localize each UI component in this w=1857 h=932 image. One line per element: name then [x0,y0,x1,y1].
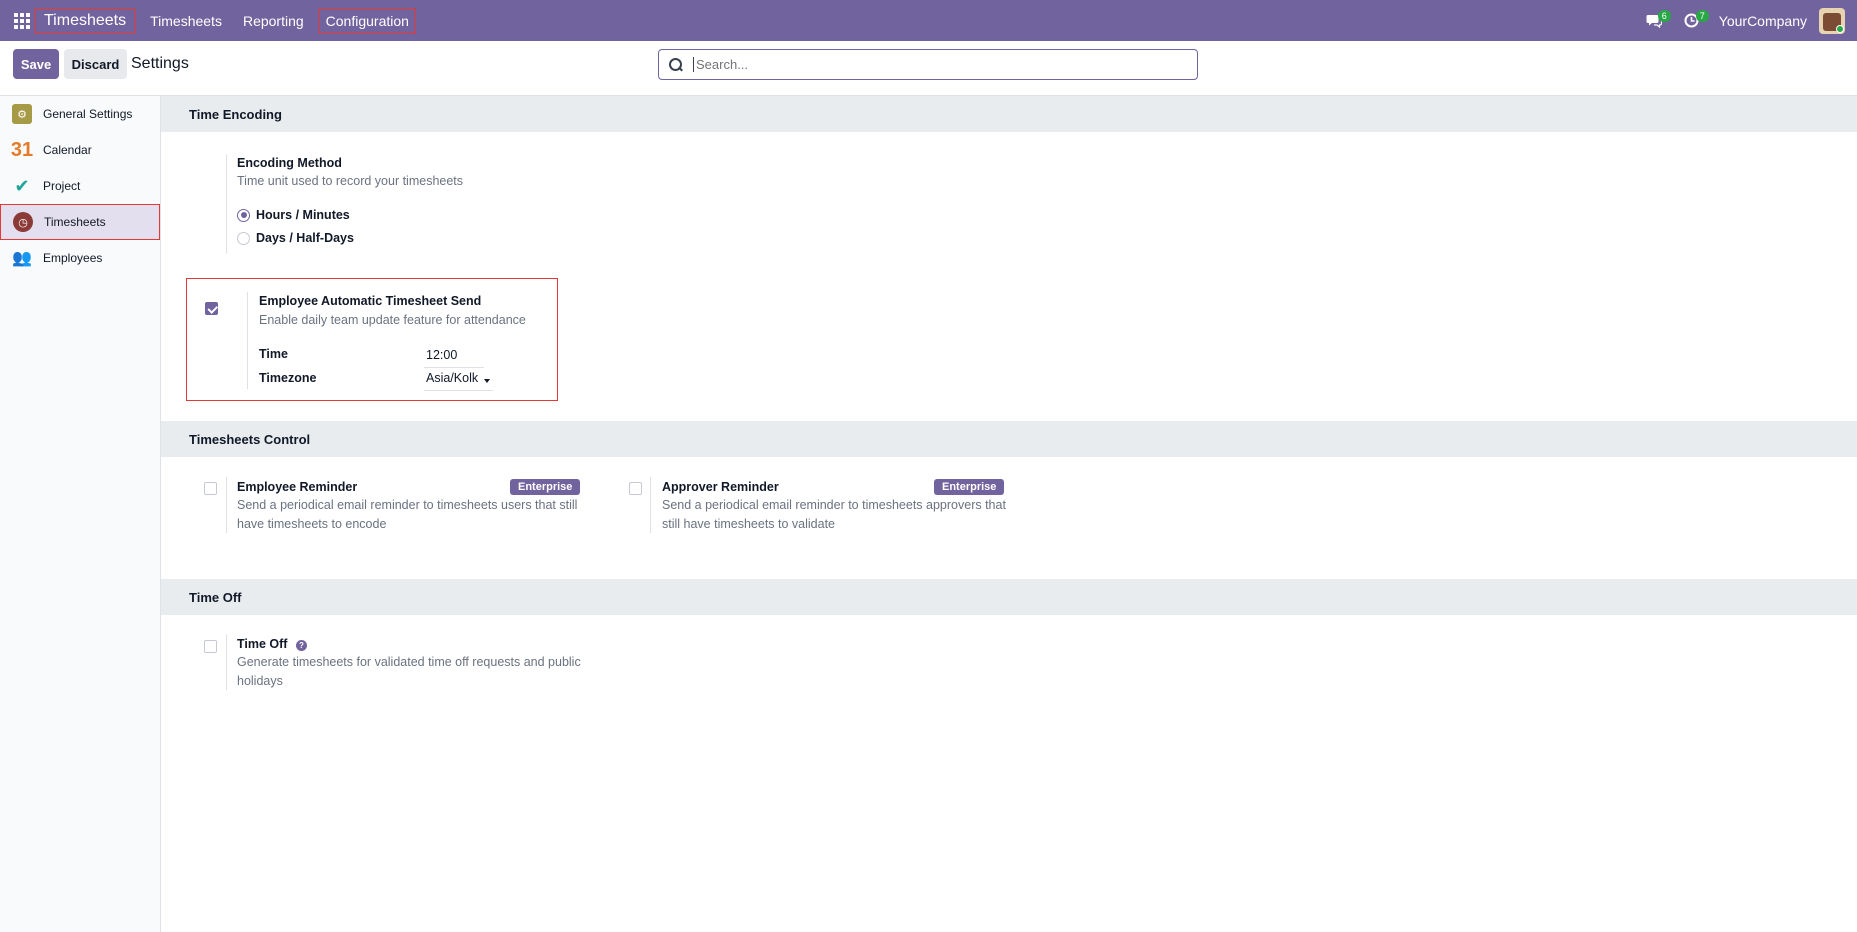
chevron-down-icon [484,379,490,383]
messages-icon[interactable]: 6 [1643,9,1671,32]
desc-line: Generate timesheets for validated time o… [237,655,581,669]
settings-content: Time Encoding Encoding Method Time unit … [161,96,1857,932]
timezone-select[interactable]: Asia/Kolk [424,371,493,391]
sidebar-item-timesheets[interactable]: ◷ Timesheets [0,204,160,240]
activities-count-badge: 7 [1695,9,1709,22]
approver-reminder-title: Approver Reminder [662,480,779,494]
employee-reminder-title: Employee Reminder [237,480,358,494]
employee-reminder-desc: Send a periodical email reminder to time… [237,496,577,534]
sidebar-item-label: Calendar [43,143,92,157]
setting-divider [226,477,227,533]
sidebar-item-general-settings[interactable]: ⚙ General Settings [0,96,160,132]
sidebar-item-project[interactable]: ✔ Project [0,168,160,204]
setting-divider [226,634,227,690]
time-input[interactable]: 12:00 [424,348,484,368]
messages-count-badge: 6 [1657,9,1671,22]
radio-button[interactable] [237,231,250,245]
menu-reporting[interactable]: Reporting [237,8,310,34]
navbar-systray: 6 7 YourCompany [1643,0,1857,41]
help-question-icon[interactable]: ? [296,640,307,651]
gear-icon: ⚙ [12,104,32,124]
sidebar-item-label: Employees [43,251,103,265]
sidebar-item-label: Project [43,179,81,193]
enterprise-badge: Enterprise [510,479,581,495]
section-header-time-off: Time Off [161,579,1857,615]
setting-divider [247,292,248,389]
project-check-icon: ✔ [14,175,30,196]
settings-sidebar: ⚙ General Settings 31 Calendar ✔ Project… [0,96,161,932]
stopwatch-icon: ◷ [13,212,33,232]
desc-line: have timesheets to encode [237,517,387,531]
discard-button[interactable]: Discard [64,49,127,79]
encoding-method-desc: Time unit used to record your timesheets [237,174,464,188]
page-title: Settings [131,55,189,72]
time-off-checkbox[interactable] [204,640,217,653]
menu-configuration[interactable]: Configuration [318,7,416,34]
menu-timesheets[interactable]: Timesheets [144,8,228,34]
time-label: Time [259,347,288,361]
employees-icon: 👥 [12,250,32,267]
top-navbar: Timesheets Timesheets Reporting Configur… [0,0,1857,41]
control-panel: Save Discard Settings [0,41,1857,96]
desc-line: Send a periodical email reminder to time… [237,498,578,512]
desc-line: Send a periodical email reminder to time… [662,498,1006,512]
approver-reminder-checkbox[interactable] [629,482,642,495]
sidebar-item-label: Timesheets [44,215,106,229]
section-header-timesheets-control: Timesheets Control [161,421,1857,457]
save-button[interactable]: Save [13,49,59,79]
setting-divider [226,154,227,254]
auto-send-checkbox[interactable] [205,302,218,315]
radio-hours-minutes[interactable]: Hours / Minutes [237,208,350,222]
timezone-label: Timezone [259,371,317,385]
section-title: Timesheets Control [189,432,311,447]
online-status-dot [1836,24,1844,33]
timezone-selected-value: Asia/Kolk [426,371,479,385]
enterprise-badge: Enterprise [934,479,1005,495]
section-title: Time Off [189,590,242,605]
setting-divider [650,477,651,533]
sidebar-item-calendar[interactable]: 31 Calendar [0,132,160,168]
desc-line: holidays [237,674,283,688]
radio-button-checked[interactable] [237,208,250,222]
sidebar-item-employees[interactable]: 👥 Employees [0,240,160,276]
time-off-title: Time Off [237,637,288,651]
radio-days-half-days[interactable]: Days / Half-Days [237,231,354,245]
employee-reminder-checkbox[interactable] [204,482,217,495]
calendar-icon: 31 [10,138,34,161]
search-icon [669,57,683,72]
approver-reminder-desc: Send a periodical email reminder to time… [662,496,1006,534]
user-avatar[interactable] [1819,7,1845,34]
search-box[interactable] [658,49,1198,80]
radio-label: Days / Half-Days [256,231,354,245]
encoding-method-title: Encoding Method [237,156,342,170]
search-input[interactable] [693,57,1173,72]
activities-clock-icon[interactable]: 7 [1681,9,1709,32]
app-brand[interactable]: Timesheets [35,7,136,34]
time-off-desc: Generate timesheets for validated time o… [237,653,581,691]
sidebar-item-label: General Settings [43,107,133,121]
section-header-time-encoding: Time Encoding [161,96,1857,132]
apps-grid-icon[interactable] [14,12,30,29]
radio-label: Hours / Minutes [256,208,350,222]
auto-send-title: Employee Automatic Timesheet Send [259,294,482,308]
section-title: Time Encoding [189,107,282,122]
desc-line: still have timesheets to validate [662,517,836,531]
company-switcher[interactable]: YourCompany [1719,13,1807,29]
auto-send-desc: Enable daily team update feature for att… [259,313,526,327]
